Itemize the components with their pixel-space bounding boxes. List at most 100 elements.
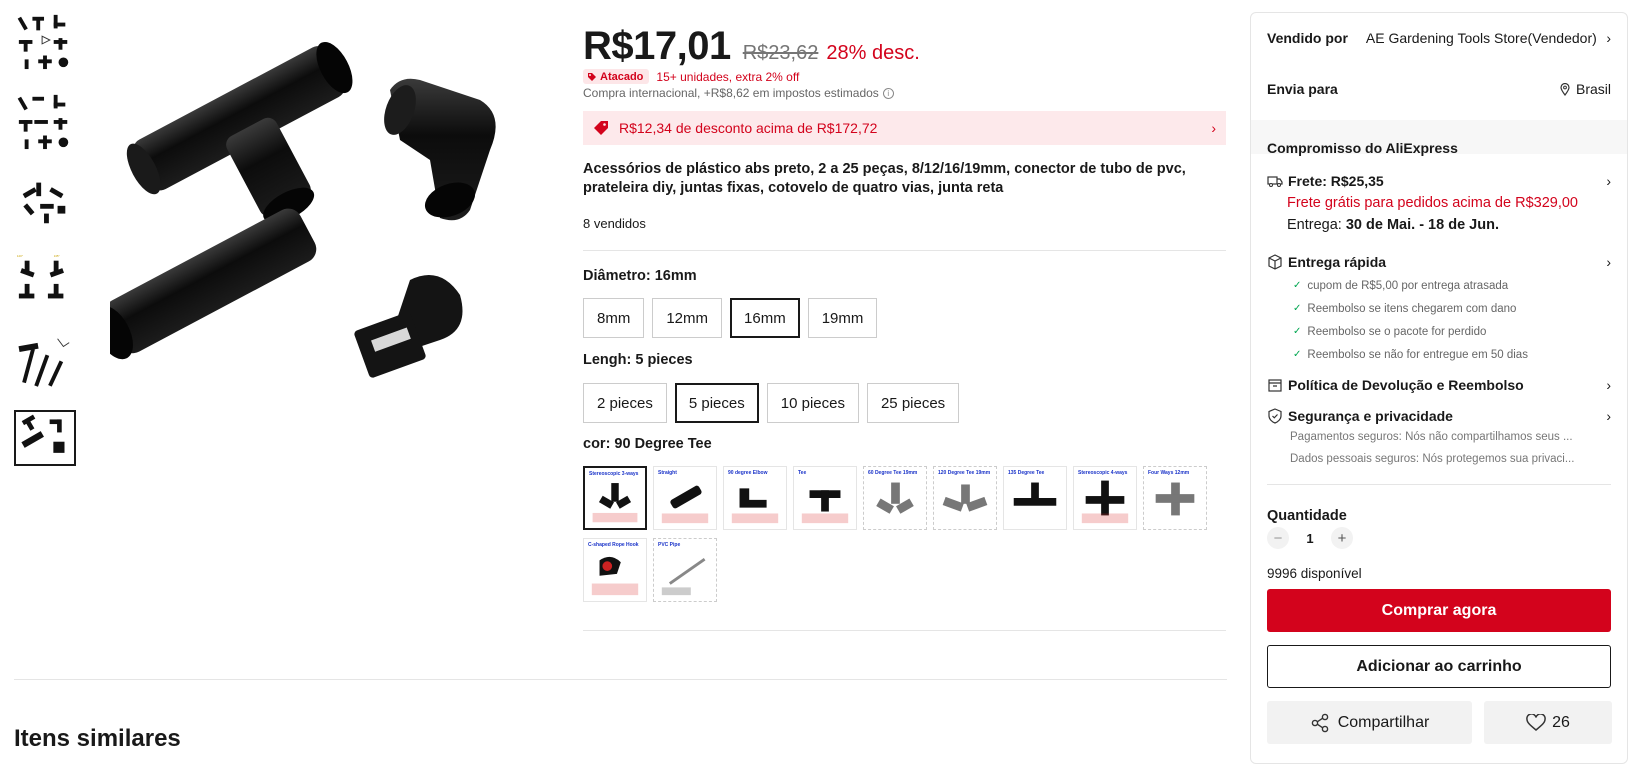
bullet-text: Reembolso se não for entregue em 50 dias <box>1307 348 1528 361</box>
list-item: ✓ Reembolso se o pacote for perdido <box>1293 320 1611 343</box>
secure-data-text: Dados pessoais seguros: Nós protegemos s… <box>1290 453 1575 465</box>
add-to-cart-button[interactable]: Adicionar ao carrinho <box>1267 645 1611 688</box>
import-tax-text: Compra internacional, +R$8,62 em imposto… <box>583 86 879 100</box>
color-option-4[interactable]: Tee <box>793 466 857 530</box>
swatch-title: C-shaped Rope Hook <box>588 542 639 548</box>
delivery-estimate: Entrega: 30 de Mai. - 18 de Jun. <box>1287 217 1611 233</box>
color-option-2[interactable]: Straight <box>653 466 717 530</box>
swatch-title: Straight <box>658 470 677 476</box>
thumbnail-1[interactable] <box>14 10 76 72</box>
return-box-icon <box>1268 379 1282 392</box>
seller-row[interactable]: Vendido por AE Gardening Tools Store(Ven… <box>1267 28 1611 48</box>
wholesale-badge-label: Atacado <box>600 70 644 83</box>
swatch-title: Tee <box>798 470 807 476</box>
check-icon: ✓ <box>1293 280 1302 291</box>
discount-badge: 28% desc. <box>826 42 920 64</box>
diameter-options: 8mm 12mm 16mm 19mm <box>583 298 878 338</box>
ship-to-row[interactable]: Envia para Brasil <box>1267 79 1611 99</box>
color-option-7[interactable]: 135 Degree Tee <box>1003 466 1067 530</box>
length-option-25[interactable]: 25 pieces <box>866 383 960 423</box>
swatch-title: 60 Degree Tee 19mm <box>868 470 918 476</box>
color-option-9[interactable]: Four Ways 12mm <box>1143 466 1207 530</box>
color-option-3[interactable]: 90 degree Elbow <box>723 466 787 530</box>
swatch-title: Stereoscopic 3-ways <box>589 471 639 477</box>
shipping-title: Frete: R$25,35 <box>1288 173 1384 189</box>
thumbnail-2[interactable] <box>14 90 76 152</box>
current-price: R$17,01 <box>583 24 731 68</box>
share-icon <box>1311 713 1329 732</box>
page-divider <box>14 679 1227 680</box>
return-policy-title: Política de Devolução e Reembolso <box>1288 377 1524 393</box>
thumbnail-6[interactable] <box>14 410 76 466</box>
list-item: ✓ Reembolso se itens chegarem com dano <box>1293 297 1611 320</box>
wholesale-row: Atacado 15+ unidades, extra 2% off <box>583 69 799 84</box>
main-product-image[interactable] <box>93 20 550 420</box>
thumbnail-gallery: 120° 135° <box>14 10 78 484</box>
share-button[interactable]: Compartilhar <box>1267 701 1472 744</box>
quantity-label: Quantidade <box>1267 508 1347 524</box>
divider <box>1267 484 1611 485</box>
thumbnail-5[interactable] <box>14 330 76 392</box>
wholesale-text: 15+ unidades, extra 2% off <box>656 69 800 84</box>
coupon-bar[interactable]: R$12,34 de desconto acima de R$172,72 › <box>583 111 1226 145</box>
sold-count: 8 vendidos <box>583 216 646 231</box>
return-policy-row[interactable]: Política de Devolução e Reembolso › <box>1267 377 1611 393</box>
color-option-6[interactable]: 120 Degree Tee 19mm <box>933 466 997 530</box>
quantity-value[interactable]: 1 <box>1297 531 1323 546</box>
similar-items-heading: Itens similares <box>14 725 181 752</box>
chevron-right-icon: › <box>1606 254 1611 270</box>
shield-icon <box>1268 408 1282 424</box>
secure-payment-text: Pagamentos seguros: Nós não compartilham… <box>1290 431 1573 443</box>
list-item: ✓ cupom de R$5,00 por entrega atrasada <box>1293 274 1611 297</box>
swatch-title: 135 Degree Tee <box>1008 470 1045 476</box>
wishlist-button[interactable]: 26 <box>1484 701 1612 744</box>
info-icon[interactable]: i <box>882 87 894 99</box>
quantity-stepper: − 1 + <box>1267 527 1353 549</box>
coupon-text: R$12,34 de desconto acima de R$172,72 <box>619 120 878 136</box>
color-option-10[interactable]: C-shaped Rope Hook <box>583 538 647 602</box>
fast-delivery-title: Entrega rápida <box>1288 254 1387 270</box>
seller-name[interactable]: AE Gardening Tools Store(Vendedor) <box>1366 30 1597 46</box>
ship-to-value[interactable]: Brasil <box>1560 81 1611 97</box>
diameter-option-8mm[interactable]: 8mm <box>583 298 645 338</box>
thumbnail-4[interactable]: 120° 135° <box>14 250 76 312</box>
check-icon: ✓ <box>1293 303 1302 314</box>
fast-delivery-section[interactable]: Entrega rápida › ✓ cupom de R$5,00 por en… <box>1267 254 1611 366</box>
diameter-option-16mm[interactable]: 16mm <box>730 298 800 338</box>
wishlist-count: 26 <box>1552 713 1570 731</box>
length-option-5[interactable]: 5 pieces <box>674 383 759 423</box>
tag-icon <box>588 72 596 81</box>
security-section[interactable]: Segurança e privacidade › Pagamentos seg… <box>1267 408 1611 470</box>
decrease-quantity-button[interactable]: − <box>1267 527 1289 549</box>
import-tax-note: Compra internacional, +R$8,62 em imposto… <box>583 86 894 100</box>
ship-to-country: Brasil <box>1575 81 1611 97</box>
free-shipping-note: Frete grátis para pedidos acima de R$329… <box>1287 195 1578 211</box>
diameter-option-19mm[interactable]: 19mm <box>807 298 878 338</box>
purchase-sidebar: Vendido por AE Gardening Tools Store(Ven… <box>1250 12 1628 764</box>
shipping-section[interactable]: Frete: R$25,35 › Frete grátis para pedid… <box>1267 173 1611 233</box>
diameter-option-12mm[interactable]: 12mm <box>652 298 723 338</box>
chevron-right-icon: › <box>1606 408 1611 424</box>
bullet-text: Reembolso se o pacote for perdido <box>1307 325 1487 338</box>
swatch-title: PVC Pipe <box>658 542 681 548</box>
color-option-8[interactable]: Stereoscopic 4-ways <box>1073 466 1137 530</box>
increase-quantity-button[interactable]: + <box>1331 527 1353 549</box>
commitment-heading: Compromisso do AliExpress <box>1267 140 1458 156</box>
color-label: cor: 90 Degree Tee <box>583 436 712 452</box>
color-options: Stereoscopic 3-ways Straight 90 degree E… <box>583 466 1233 602</box>
length-option-10[interactable]: 10 pieces <box>766 383 859 423</box>
color-option-5[interactable]: 60 Degree Tee 19mm <box>863 466 927 530</box>
chevron-right-icon: › <box>1606 377 1611 393</box>
chevron-right-icon: › <box>1606 173 1611 189</box>
package-icon <box>1268 254 1282 270</box>
price-row: R$17,01 R$23,62 28% desc. <box>583 24 920 69</box>
length-option-2[interactable]: 2 pieces <box>583 383 667 423</box>
buy-now-button[interactable]: Comprar agora <box>1267 589 1611 632</box>
svg-text:135°: 135° <box>54 254 60 258</box>
color-option-1[interactable]: Stereoscopic 3-ways <box>583 466 647 530</box>
share-label: Compartilhar <box>1337 713 1430 731</box>
check-icon: ✓ <box>1293 326 1302 337</box>
thumbnail-3[interactable] <box>14 170 76 232</box>
color-option-11[interactable]: PVC Pipe <box>653 538 717 602</box>
divider <box>583 630 1226 631</box>
